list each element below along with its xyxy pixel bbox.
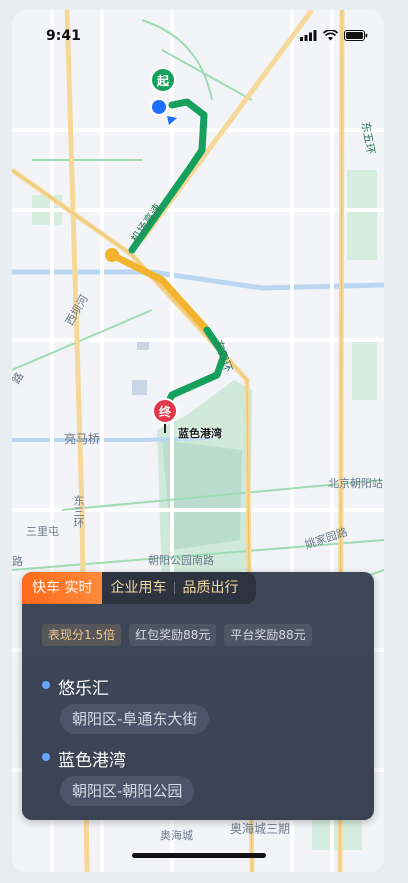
ride-info-card[interactable]: 快车 实时 企业用车 品质出行 表现分1.5倍 红包奖励88元 平台奖励88元 … bbox=[22, 572, 374, 820]
status-time: 9:41 bbox=[46, 28, 81, 44]
score-multiplier-badge: 表现分1.5倍 bbox=[42, 624, 122, 646]
phone-screen: 9:41 机场高速 东五环 西坝河 东四环 路 亮马桥 东三环 三里屯 北京朝阳… bbox=[12, 10, 384, 872]
map-label: 朝阳公园南路 bbox=[148, 554, 214, 567]
wifi-icon bbox=[323, 29, 338, 40]
map-label: 北京朝阳站 bbox=[328, 477, 383, 490]
dropoff-dot bbox=[42, 753, 50, 761]
status-bar: 9:41 bbox=[12, 10, 384, 54]
map-label: 东三环 bbox=[72, 495, 85, 528]
tabs-tail bbox=[246, 572, 257, 604]
map-label: 三里屯 bbox=[26, 525, 59, 538]
tab-express-realtime[interactable]: 快车 实时 bbox=[22, 572, 103, 604]
end-pin[interactable]: 终 bbox=[152, 398, 178, 424]
pickup-dot bbox=[42, 681, 50, 689]
red-packet-badge: 红包奖励88元 bbox=[129, 624, 217, 646]
reward-badges: 表现分1.5倍 红包奖励88元 平台奖励88元 bbox=[42, 624, 312, 646]
dropoff-address: 朝阳区-朝阳公园 bbox=[60, 776, 195, 806]
home-indicator[interactable] bbox=[132, 853, 266, 858]
battery-icon bbox=[344, 29, 368, 41]
map-label: 路 bbox=[12, 555, 23, 568]
status-icons bbox=[300, 28, 368, 42]
ride-type-tabs: 快车 实时 企业用车 品质出行 bbox=[22, 572, 257, 604]
pickup-name: 悠乐汇 bbox=[58, 679, 109, 699]
map-label: 奥海城 bbox=[160, 829, 193, 842]
signal-icon bbox=[300, 29, 317, 41]
tab-premium[interactable]: 品质出行 bbox=[174, 572, 247, 604]
start-pin[interactable]: 起 bbox=[150, 67, 176, 93]
map-label: 亮马桥 bbox=[64, 432, 101, 446]
platform-reward-badge: 平台奖励88元 bbox=[224, 624, 312, 646]
destination-map-label: 蓝色港湾 bbox=[178, 427, 222, 440]
dropoff-name: 蓝色港湾 bbox=[58, 751, 126, 771]
map-label: 奥海城三期 bbox=[230, 822, 291, 836]
tab-enterprise[interactable]: 企业用车 bbox=[102, 572, 175, 604]
pickup-address: 朝阳区-阜通东大街 bbox=[60, 704, 210, 734]
